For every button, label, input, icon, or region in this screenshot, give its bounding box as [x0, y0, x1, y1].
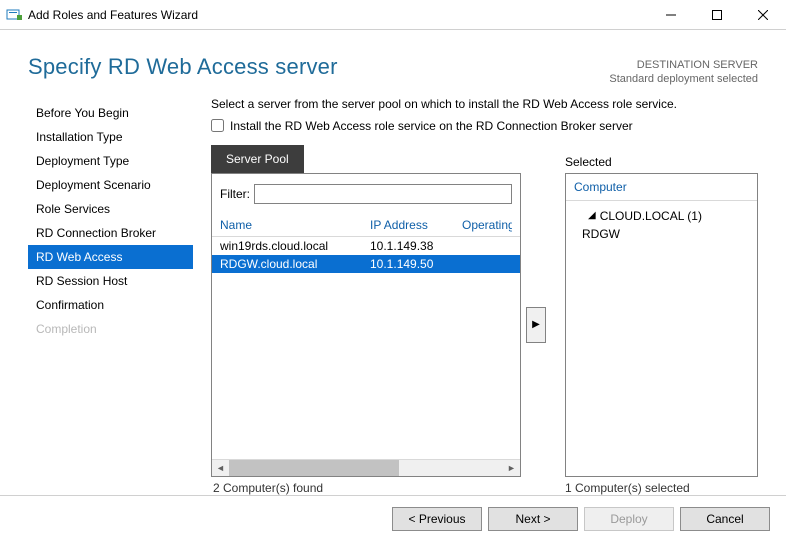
cancel-button[interactable]: Cancel [680, 507, 770, 531]
footer: < Previous Next > Deploy Cancel [0, 495, 786, 543]
col-header-os[interactable]: Operating [462, 218, 512, 232]
sidebar-item-rd-web-access[interactable]: RD Web Access [28, 245, 193, 269]
selected-header: Selected [565, 145, 758, 173]
chevron-right-icon: ▶ [532, 319, 540, 330]
server-pool-pane: Server Pool Filter: Name IP Address Oper… [211, 145, 521, 477]
install-on-broker-checkbox[interactable] [211, 119, 224, 132]
close-button[interactable] [740, 0, 786, 30]
destination-label: DESTINATION SERVER [609, 58, 758, 72]
tree-group-label: CLOUD.LOCAL (1) [600, 209, 702, 223]
sidebar-item-before-you-begin[interactable]: Before You Begin [28, 101, 193, 125]
selected-pane: Selected Computer ◢ CLOUD.LOCAL (1) RDGW [565, 145, 758, 477]
cell-ip: 10.1.149.50 [370, 257, 462, 271]
cell-name: RDGW.cloud.local [220, 257, 370, 271]
page-title: Specify RD Web Access server [28, 54, 338, 80]
tree-group[interactable]: ◢ CLOUD.LOCAL (1) [574, 207, 749, 225]
sidebar-item-completion: Completion [28, 317, 193, 341]
col-header-ip[interactable]: IP Address [370, 218, 462, 232]
tree-leaf[interactable]: RDGW [574, 225, 749, 243]
col-header-name[interactable]: Name [220, 218, 370, 232]
install-on-broker-label[interactable]: Install the RD Web Access role service o… [230, 119, 633, 133]
header: Specify RD Web Access server DESTINATION… [0, 30, 786, 97]
sidebar-item-rd-connection-broker[interactable]: RD Connection Broker [28, 221, 193, 245]
sidebar-item-rd-session-host[interactable]: RD Session Host [28, 269, 193, 293]
add-server-button[interactable]: ▶ [526, 307, 546, 343]
next-button[interactable]: Next > [488, 507, 578, 531]
content-area: Select a server from the server pool on … [193, 97, 758, 495]
instruction-text: Select a server from the server pool on … [211, 97, 758, 111]
tab-server-pool[interactable]: Server Pool [211, 145, 304, 173]
titlebar: Add Roles and Features Wizard [0, 0, 786, 30]
sidebar-item-deployment-type[interactable]: Deployment Type [28, 149, 193, 173]
filter-input[interactable] [254, 184, 512, 204]
deploy-button: Deploy [584, 507, 674, 531]
maximize-button[interactable] [694, 0, 740, 30]
minimize-button[interactable] [648, 0, 694, 30]
cell-ip: 10.1.149.38 [370, 239, 462, 253]
sidebar-item-confirmation[interactable]: Confirmation [28, 293, 193, 317]
cell-os [462, 239, 512, 253]
wizard-sidebar: Before You BeginInstallation TypeDeploym… [28, 97, 193, 495]
scroll-right-button[interactable]: ► [503, 460, 520, 476]
found-count: 2 Computer(s) found [211, 481, 521, 495]
previous-button[interactable]: < Previous [392, 507, 482, 531]
col-header-computer[interactable]: Computer [566, 174, 757, 201]
selected-tree: ◢ CLOUD.LOCAL (1) RDGW [566, 201, 757, 476]
chevron-down-icon: ◢ [588, 210, 596, 221]
filter-label: Filter: [220, 187, 250, 201]
sidebar-item-installation-type[interactable]: Installation Type [28, 125, 193, 149]
sidebar-item-role-services[interactable]: Role Services [28, 197, 193, 221]
scroll-thumb[interactable] [229, 460, 399, 476]
app-icon [6, 7, 22, 23]
table-row[interactable]: RDGW.cloud.local10.1.149.50 [212, 255, 520, 273]
cell-os [462, 257, 512, 271]
destination-block: DESTINATION SERVER Standard deployment s… [609, 54, 758, 87]
window-title: Add Roles and Features Wizard [28, 8, 198, 22]
server-pool-table: Name IP Address Operating win19rds.cloud… [212, 214, 520, 476]
sidebar-item-deployment-scenario[interactable]: Deployment Scenario [28, 173, 193, 197]
horizontal-scrollbar[interactable]: ◄ ► [212, 459, 520, 476]
scroll-left-button[interactable]: ◄ [212, 460, 229, 476]
destination-value: Standard deployment selected [609, 72, 758, 86]
table-row[interactable]: win19rds.cloud.local10.1.149.38 [212, 237, 520, 255]
selected-count: 1 Computer(s) selected [565, 481, 690, 495]
cell-name: win19rds.cloud.local [220, 239, 370, 253]
